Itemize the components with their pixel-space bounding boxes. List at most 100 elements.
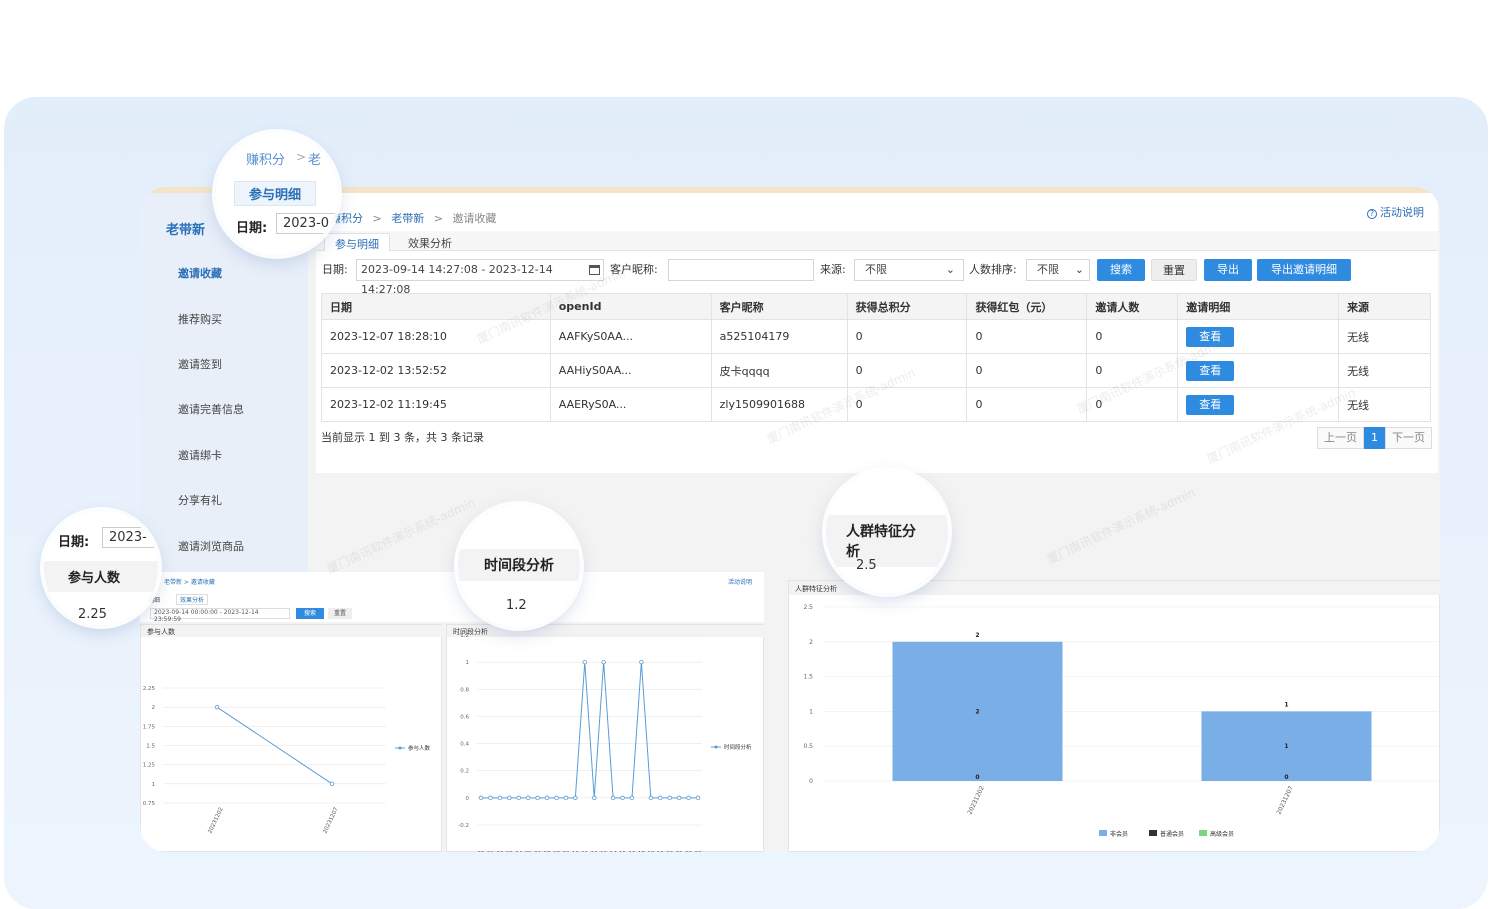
sidebar-item-invite-favorite[interactable]: 邀请收藏 bbox=[178, 265, 222, 281]
pagination: 上一页 1 下一页 bbox=[1317, 427, 1432, 449]
legend-swatch bbox=[1099, 830, 1107, 836]
sidebar-item-recommend-buy[interactable]: 推荐购买 bbox=[178, 311, 222, 327]
x-tick-label: 08 bbox=[553, 851, 560, 852]
bar-base-label: 0 bbox=[1284, 774, 1288, 781]
date-range-input[interactable]: 2023-09-14 14:27:08 - 2023-12-14 14:27:0… bbox=[356, 259, 604, 296]
cell-openid: AAHiyS0AA... bbox=[549, 353, 712, 388]
column-header: 邀请明细 bbox=[1177, 293, 1340, 320]
cell-source: 无线 bbox=[1338, 387, 1431, 422]
search-button[interactable]: 搜索 bbox=[1097, 259, 1145, 281]
bar-value-label: 1 bbox=[1284, 701, 1288, 708]
lens-crumb-sep: > bbox=[296, 150, 307, 164]
x-tick-label: 22 bbox=[685, 851, 692, 852]
cell-nickname: a525104179 bbox=[710, 319, 848, 354]
sort-select-value: 不限 bbox=[1037, 263, 1059, 276]
mini-search-button[interactable]: 搜索 bbox=[296, 608, 325, 619]
data-point bbox=[676, 795, 682, 801]
y-tick-label: 1 bbox=[466, 660, 470, 666]
bar-value-label: 2 bbox=[975, 632, 979, 639]
y-tick-label: 0.2 bbox=[460, 769, 469, 775]
main-content: 赚积分 > 老带新 > 邀请收藏 ? 活动说明 参与明细 效果分析 日期: 202… bbox=[316, 193, 1438, 473]
y-tick-label: 0.6 bbox=[460, 714, 469, 720]
participation-chart-panel: 参与人数 0.75 1 1.25 1.5 1.75 2 2.25 20231202 2023120… bbox=[140, 624, 443, 852]
legend-swatch bbox=[1149, 830, 1157, 836]
sidebar-item-invite-browse[interactable]: 邀请浏览商品 bbox=[178, 538, 244, 554]
y-tick-label: 1 bbox=[152, 782, 156, 788]
x-tick-label: 20231207 bbox=[1276, 785, 1295, 816]
cell-points[interactable]: 0 bbox=[846, 387, 968, 422]
participation-line-chart: 参与人数 0.75 1 1.25 1.5 1.75 2 2.25 20231202 2023120… bbox=[141, 625, 443, 835]
series-line bbox=[481, 662, 698, 799]
chart-title: 时间段分析 bbox=[453, 627, 488, 636]
sort-select[interactable]: 不限 ⌄ bbox=[1026, 259, 1090, 281]
cell-points[interactable]: 0 bbox=[846, 353, 968, 388]
x-tick-label: 20231202 bbox=[967, 785, 986, 816]
table-row: 2023-12-02 13:52:52 AAHiyS0AA... 皮卡qqqq … bbox=[321, 353, 1431, 388]
x-tick-label: 00 bbox=[478, 851, 485, 852]
view-button[interactable]: 查看 bbox=[1186, 394, 1235, 415]
cell-invite-detail: 查看 bbox=[1177, 353, 1340, 388]
source-select[interactable]: 不限 ⌄ bbox=[854, 259, 964, 281]
breadcrumb: 赚积分 > 老带新 > 邀请收藏 bbox=[330, 210, 496, 226]
legend-label: 高级会员 bbox=[1210, 830, 1234, 838]
y-tick-label: 0 bbox=[466, 796, 470, 802]
data-point bbox=[554, 795, 559, 801]
data-point bbox=[686, 795, 691, 801]
table-row: 2023-12-02 11:19:45 AAERyS0A... zly15099… bbox=[321, 387, 1431, 422]
export-invite-detail-button[interactable]: 导出邀请明细 bbox=[1257, 259, 1351, 281]
cell-redpacket[interactable]: 0 bbox=[966, 319, 1088, 354]
cell-nickname: zly1509901688 bbox=[710, 387, 848, 422]
source-select-value: 不限 bbox=[865, 263, 887, 276]
crowd-chart-panel: 人群特征分析 0 0.5 1 1.5 2 2.5 2 2 0 20231202 1 1 0 20231207… bbox=[788, 580, 1440, 852]
breadcrumb-item-old-new[interactable]: 老带新 bbox=[391, 212, 424, 225]
view-button[interactable]: 查看 bbox=[1186, 326, 1235, 347]
tab-effect-analysis[interactable]: 效果分析 bbox=[398, 233, 462, 251]
mini-reset-button[interactable]: 重置 bbox=[328, 608, 353, 619]
nickname-input[interactable] bbox=[668, 259, 814, 281]
page-1-button[interactable]: 1 bbox=[1364, 427, 1385, 449]
sidebar-item-invite-info[interactable]: 邀请完善信息 bbox=[178, 401, 244, 417]
x-tick-label: 16 bbox=[628, 851, 635, 852]
sidebar-item-invite-bindcard[interactable]: 邀请绑卡 bbox=[178, 447, 222, 463]
y-tick-label: 1.2 bbox=[460, 633, 469, 639]
reset-button[interactable]: 重置 bbox=[1151, 259, 1197, 281]
time-period-line-chart: 时间段分析 -0.2 0 0.2 0.4 0.6 0.8 1 1.2 00010203040506… bbox=[447, 625, 765, 852]
x-tick-label: 18 bbox=[647, 851, 654, 852]
mini-tab-effect[interactable]: 效果分析 bbox=[176, 594, 209, 605]
time-period-chart-panel: 时间段分析 -0.2 0 0.2 0.4 0.6 0.8 1 1.2 00010203040506… bbox=[446, 624, 765, 852]
mini-date-input[interactable]: 2023-09-14 00:00:00 - 2023-12-14 23:59:5… bbox=[150, 608, 290, 623]
legend-swatch bbox=[1199, 830, 1207, 836]
x-tick-label: 23 bbox=[695, 851, 702, 852]
zoom-lens-top: 赚积分 > 老 参与明细 日期: 2023-0 bbox=[216, 133, 338, 255]
help-link-label: 活动说明 bbox=[1380, 206, 1424, 219]
view-button[interactable]: 查看 bbox=[1186, 360, 1235, 381]
zoom-lens-middle: 时间段分析 1.2 bbox=[458, 505, 580, 627]
data-point bbox=[629, 795, 635, 801]
next-page-button[interactable]: 下一页 bbox=[1385, 427, 1432, 449]
bar-inner-label: 2 bbox=[975, 708, 979, 715]
cell-points[interactable]: 0 bbox=[846, 319, 968, 354]
lens-tab-participation: 参与明细 bbox=[234, 181, 317, 206]
filter-bar: 日期: 2023-09-14 14:27:08 - 2023-12-14 14:… bbox=[320, 259, 1436, 296]
help-link[interactable]: ? 活动说明 bbox=[1367, 204, 1424, 220]
y-tick-label: 0.5 bbox=[803, 743, 813, 750]
x-tick-label: 09 bbox=[562, 851, 569, 852]
mini-help-link[interactable]: 活动说明 bbox=[728, 577, 752, 586]
sidebar-item-share-gift[interactable]: 分享有礼 bbox=[178, 492, 222, 508]
lens-time-period-title: 时间段分析 bbox=[458, 549, 580, 581]
x-tick-label: 21 bbox=[676, 851, 683, 852]
tab-participation-detail[interactable]: 参与明细 bbox=[324, 233, 390, 251]
bar-inner-label: 1 bbox=[1284, 743, 1288, 750]
prev-page-button[interactable]: 上一页 bbox=[1317, 427, 1364, 449]
lens-crumb-old: 老 bbox=[308, 153, 322, 168]
sidebar-item-invite-checkin[interactable]: 邀请签到 bbox=[178, 356, 222, 372]
lens-crowd-title: 人群特征分析 bbox=[826, 515, 948, 567]
cell-redpacket[interactable]: 0 bbox=[966, 353, 1088, 388]
data-point bbox=[329, 781, 335, 787]
cell-redpacket[interactable]: 0 bbox=[966, 387, 1088, 422]
data-point bbox=[525, 795, 531, 801]
data-point bbox=[592, 795, 597, 801]
export-button[interactable]: 导出 bbox=[1204, 259, 1252, 281]
x-tick-label: 10 bbox=[572, 851, 579, 852]
chevron-down-icon: ⌄ bbox=[1074, 263, 1084, 276]
